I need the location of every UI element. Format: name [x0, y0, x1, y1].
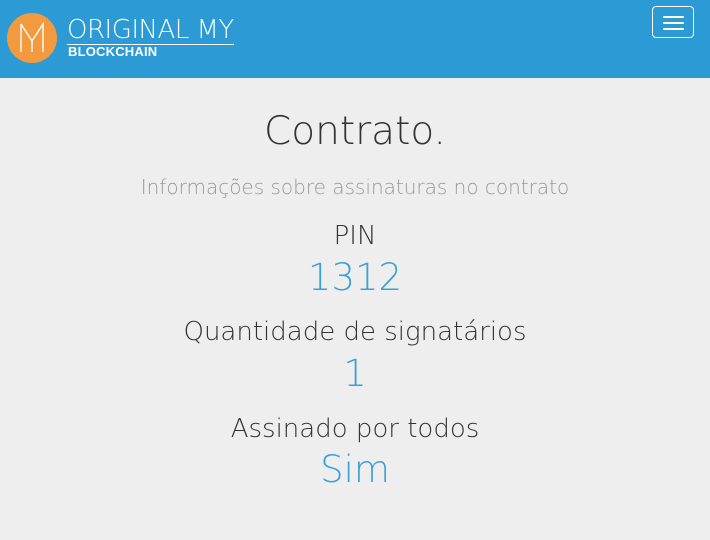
- signed-by-all-label: Assinado por todos: [230, 414, 480, 444]
- pin-label: PIN: [333, 221, 377, 251]
- pin-value: 1312: [307, 256, 403, 299]
- brand-tagline: BLOCKCHAIN: [68, 44, 158, 59]
- hamburger-menu-icon-bar-1: [663, 16, 684, 18]
- signatories-count-label: Quantidade de signatários: [183, 317, 527, 347]
- signed-by-all-value: Sim: [320, 448, 390, 491]
- top-navbar: ORIGINAL MY BLOCKCHAIN: [0, 0, 710, 78]
- logo-m-glyph: [20, 21, 44, 52]
- signatories-count-value: 1: [343, 352, 367, 395]
- page-title: Contrato.: [264, 109, 446, 154]
- original-my-logo-icon[interactable]: [7, 13, 57, 63]
- brand-name[interactable]: ORIGINAL MY: [67, 16, 234, 45]
- hamburger-menu-button[interactable]: [652, 6, 694, 38]
- hamburger-menu-icon-bar-2: [663, 22, 684, 24]
- contract-info-section: Contrato. Informações sobre assinaturas …: [0, 78, 710, 540]
- hamburger-menu-icon-bar-3: [663, 28, 684, 30]
- page-subtitle: Informações sobre assinaturas no contrat…: [140, 175, 570, 199]
